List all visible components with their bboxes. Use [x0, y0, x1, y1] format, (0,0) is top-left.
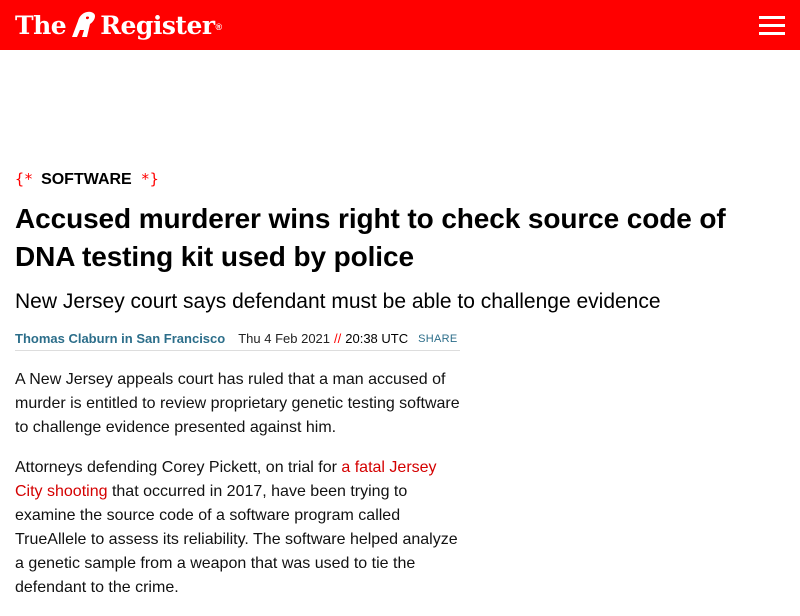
section-link-software[interactable]: SOFTWARE: [41, 171, 132, 189]
share-button[interactable]: SHARE: [418, 333, 457, 345]
section-label: {* SOFTWARE *}: [15, 170, 785, 194]
hamburger-menu-icon[interactable]: [759, 15, 785, 35]
publish-date: Thu 4 Feb 2021: [238, 331, 331, 346]
paragraph: Attorneys defending Corey Pickett, on tr…: [15, 456, 463, 600]
paragraph: A New Jersey appeals court has ruled tha…: [15, 371, 460, 436]
vulture-logo-icon: [72, 11, 96, 37]
menu-bar-top: [759, 16, 785, 19]
logo-text-register: Register: [100, 10, 215, 40]
article: {* SOFTWARE *} Accused murderer wins rig…: [15, 170, 785, 616]
time-separator: //: [334, 331, 342, 346]
publish-time: 20:38 UTC: [345, 331, 409, 346]
paragraph-text: Attorneys defending Corey Pickett, on tr…: [15, 459, 342, 476]
registered-mark: ®: [215, 22, 223, 32]
advertisement-slot: [0, 50, 800, 165]
author-link[interactable]: Thomas Claburn in San Francisco: [15, 331, 225, 346]
article-standfirst: New Jersey court says defendant must be …: [15, 290, 661, 313]
site-logo[interactable]: The Register ®: [15, 9, 222, 41]
section-brace-close: *}: [140, 170, 159, 188]
section-brace-open: {*: [15, 170, 34, 188]
logo-text-the: The: [15, 10, 67, 40]
menu-bar-middle: [759, 24, 785, 27]
article-title: Accused murderer wins right to check sou…: [15, 203, 726, 272]
menu-bar-bottom: [759, 32, 785, 35]
site-header: The Register ®: [0, 0, 800, 50]
article-body: A New Jersey appeals court has ruled tha…: [15, 368, 463, 600]
byline: Thomas Claburn in San Francisco Thu 4 Fe…: [15, 328, 460, 351]
